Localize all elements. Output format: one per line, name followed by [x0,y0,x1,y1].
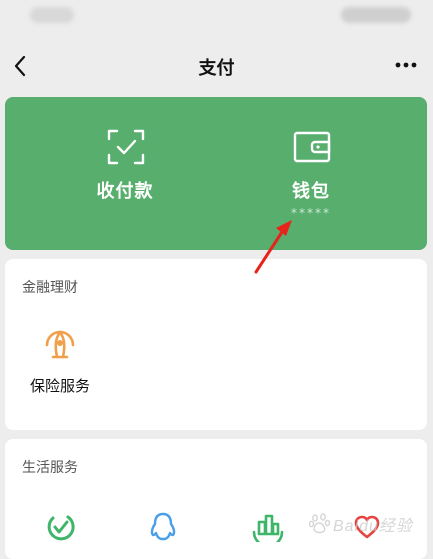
scan-check-icon [107,129,145,165]
finance-section-title: 金融理财 [22,280,78,296]
nav-bar: 支付 [0,42,433,90]
life-service-item-2[interactable] [113,507,213,547]
charity-heart-icon [347,507,387,547]
status-bar [0,0,433,34]
pay-receive-button[interactable]: 收付款 [35,97,215,250]
status-icons-blurred [341,7,411,23]
pay-receive-label: 收付款 [96,181,154,202]
finance-section: 金融理财 保险服务 [5,259,427,430]
life-service-item-3[interactable] [218,507,318,547]
wallet-button[interactable]: 钱包 ***** [221,97,401,250]
wallet-balance-masked: ***** [291,206,331,220]
more-button[interactable] [393,52,419,78]
more-dots-icon [395,62,417,68]
insurance-service-label: 保险服务 [29,377,90,395]
status-time-blurred [30,7,74,23]
life-service-item-1[interactable] [11,507,111,547]
insurance-service-item[interactable]: 保险服务 [10,325,110,396]
wallet-label: 钱包 [292,181,330,202]
check-circle-icon [41,507,81,547]
insurance-umbrella-icon [40,325,80,365]
page-title: 支付 [198,58,235,79]
life-services-section: 生活服务 [5,439,427,559]
wallet-icon [293,131,331,163]
qq-penguin-icon [143,507,183,547]
payment-card: 收付款 钱包 ***** [5,97,427,250]
life-service-item-4[interactable] [317,507,417,547]
life-services-section-title: 生活服务 [22,460,78,476]
city-service-icon [248,507,288,547]
